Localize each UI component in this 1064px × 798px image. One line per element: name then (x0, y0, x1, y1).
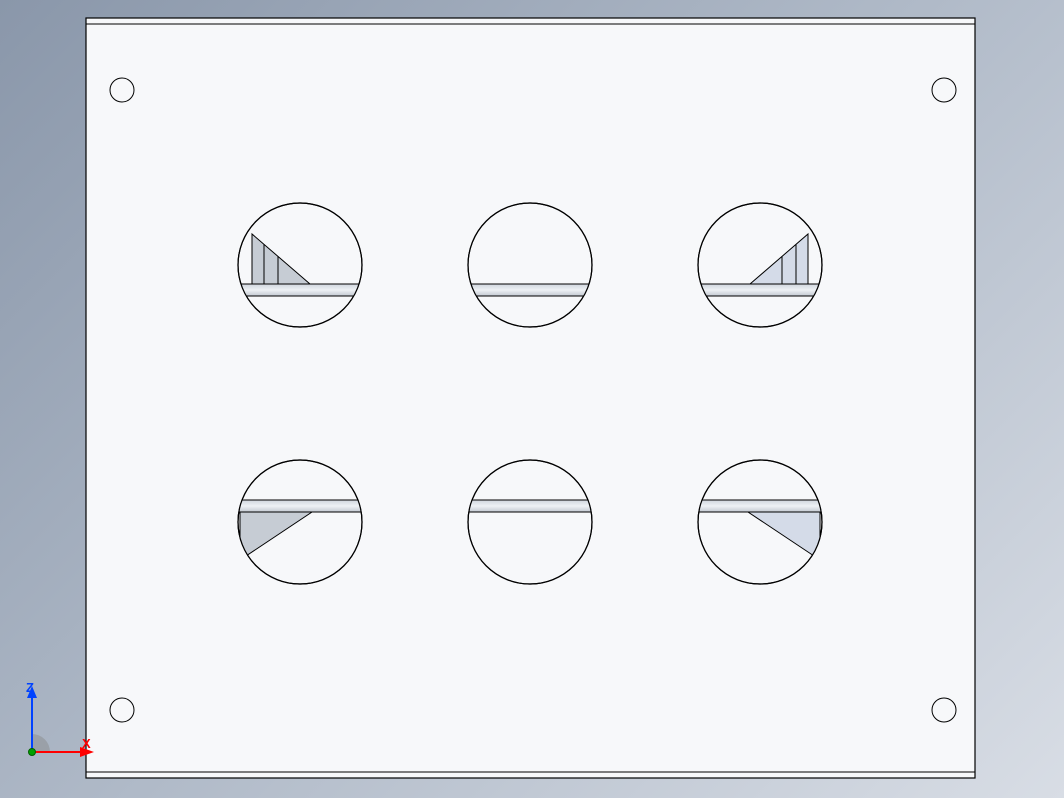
mounting-hole-tr (932, 78, 956, 102)
plate-face (86, 18, 975, 778)
part-drawing[interactable] (0, 0, 1064, 798)
mounting-hole-bl (110, 698, 134, 722)
cad-viewport[interactable]: Z X (0, 0, 1064, 798)
z-axis-label: Z (26, 680, 34, 695)
mounting-hole-br (932, 698, 956, 722)
coordinate-triad[interactable]: Z X (24, 684, 104, 764)
y-axis-dot (29, 749, 36, 756)
x-axis-label: X (82, 736, 91, 751)
mounting-hole-tl (110, 78, 134, 102)
